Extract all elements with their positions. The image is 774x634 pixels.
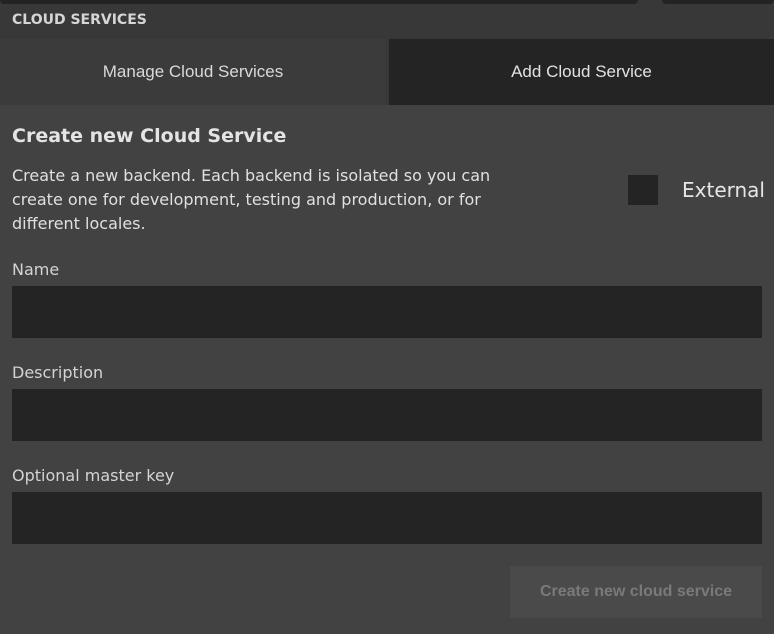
tab-manage-cloud-services[interactable]: Manage Cloud Services	[0, 39, 386, 105]
tab-add-cloud-service[interactable]: Add Cloud Service	[389, 39, 774, 105]
create-cloud-service-button[interactable]: Create new cloud service	[510, 566, 762, 618]
description-input[interactable]	[12, 389, 762, 441]
master-key-label: Optional master key	[12, 466, 175, 485]
form-description: Create a new backend. Each backend is is…	[12, 166, 491, 233]
name-label: Name	[12, 260, 60, 279]
top-strip-segment	[662, 0, 774, 4]
external-toggle: External	[628, 175, 765, 205]
top-strip-segment	[0, 0, 638, 4]
external-checkbox[interactable]	[628, 175, 658, 205]
form-heading: Create new Cloud Service	[12, 125, 287, 147]
add-cloud-service-form: Create new Cloud Service Create a new ba…	[0, 105, 774, 634]
master-key-input[interactable]	[12, 492, 762, 544]
name-input[interactable]	[12, 286, 762, 338]
tab-bar: Manage Cloud Services Add Cloud Service	[0, 37, 774, 105]
external-label: External	[682, 178, 765, 202]
panel-header: CLOUD SERVICES	[0, 5, 774, 37]
panel-title: CLOUD SERVICES	[12, 12, 147, 28]
description-label: Description	[12, 363, 104, 382]
